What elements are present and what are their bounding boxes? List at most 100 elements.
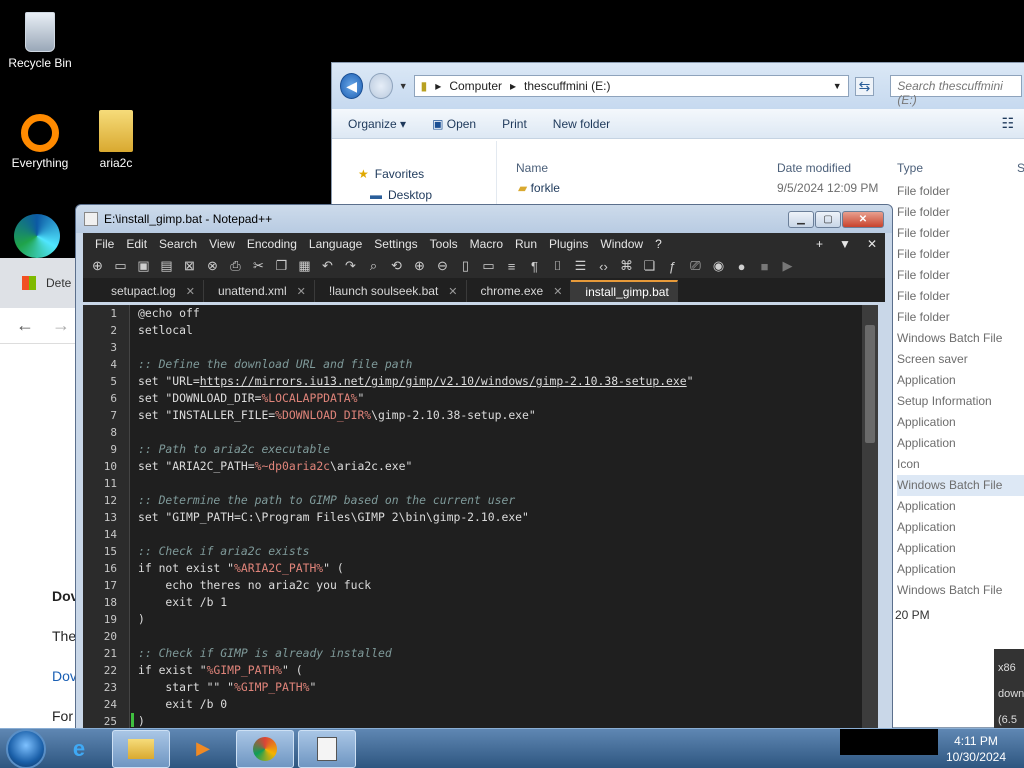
tab-close-icon[interactable]: ✕ [186,285,195,298]
type-cell[interactable]: Icon [897,454,1024,475]
code-line[interactable] [138,475,878,492]
scrollbar-thumb[interactable] [865,325,875,443]
type-cell[interactable]: Screen saver [897,349,1024,370]
code-line[interactable]: :: Check if GIMP is already installed [138,645,878,662]
menu-file[interactable]: File [95,237,114,251]
window-titlebar[interactable]: E:\install_gimp.bat - Notepad++ ▁ ▢ ✕ [76,205,892,233]
code-editor[interactable]: 1 2 3 4 5 6 7 8 9 10 11 12 13 14 15 16 17 18 19 20 21 22 23 24 2… [83,305,878,728]
address-dropdown-icon[interactable]: ▼ [833,81,842,91]
new-file-icon[interactable]: ⊕ [89,258,106,274]
map-icon[interactable]: ⌘ [618,258,635,274]
type-cell[interactable]: Windows Batch File [897,475,1024,496]
code-line[interactable]: set "ARIA2C_PATH=%~dp0aria2c\aria2c.exe" [138,458,878,475]
sync-horizontal-icon[interactable]: ▭ [480,258,497,274]
organize-button[interactable]: Organize ▾ [348,117,406,131]
address-bar[interactable]: ▮ ▸ Computer ▸ thescuffmini (E:) ▼ [413,75,849,97]
type-cell[interactable]: File folder [897,223,1024,244]
doc-map-icon[interactable]: ☰ [572,258,589,274]
close-tab-button[interactable]: ✕ [867,237,877,251]
code-line[interactable] [138,526,878,543]
code-line[interactable]: set "GIMP_PATH=C:\Program Files\GIMP 2\b… [138,509,878,526]
refresh-icon[interactable]: ⇆ [854,76,875,96]
save-icon[interactable]: ▣ [135,258,152,274]
menu-edit[interactable]: Edit [126,237,147,251]
play-macro-icon[interactable]: ▶ [779,258,796,274]
tab-close-icon[interactable]: ✕ [297,285,306,298]
code-line[interactable] [138,339,878,356]
open-file-icon[interactable]: ▭ [112,258,129,274]
stop-macro-icon[interactable]: ■ [756,259,773,274]
menu-macro[interactable]: Macro [470,237,503,251]
code-line[interactable]: setlocal [138,322,878,339]
type-cell[interactable]: Windows Batch File [897,328,1024,349]
type-cell[interactable]: File folder [897,202,1024,223]
taskbar-explorer[interactable] [112,729,170,768]
code-line[interactable]: :: Path to aria2c executable [138,441,878,458]
menu-run[interactable]: Run [515,237,537,251]
vertical-scrollbar[interactable] [862,305,878,728]
folder-workspace-icon[interactable]: ❏ [641,258,658,274]
code-line[interactable]: :: Determine the path to GIMP based on t… [138,492,878,509]
menu-help[interactable]: ? [655,237,662,251]
desktop-icon-aria2c[interactable]: aria2c [78,110,154,170]
code-line[interactable]: start "" "%GIMP_PATH%" [138,679,878,696]
taskbar-ie[interactable]: e [50,730,108,768]
code-line[interactable]: exit /b 1 [138,594,878,611]
undo-icon[interactable]: ↶ [319,258,336,274]
print-icon[interactable]: ⎙ [227,258,244,274]
menu-settings[interactable]: Settings [374,237,417,251]
indent-guide-icon[interactable]: ⌷ [549,258,566,274]
tab-close-icon[interactable]: ✕ [448,285,457,298]
code-line[interactable]: @echo off [138,305,878,322]
code-line[interactable]: :: Check if aria2c exists [138,543,878,560]
tab-list-button[interactable]: ▼ [839,237,851,251]
forward-arrow-icon[interactable]: → [52,315,70,336]
breadcrumb-drive[interactable]: thescuffmini (E:) [524,79,610,93]
code-line[interactable]: set "INSTALLER_FILE=%DOWNLOAD_DIR%\gimp-… [138,407,878,424]
zoom-out-icon[interactable]: ⊖ [434,258,451,274]
tab-setupact-log[interactable]: setupact.log ✕ [97,280,204,302]
close-file-icon[interactable]: ⊠ [181,258,198,274]
code-line[interactable]: set "DOWNLOAD_DIR=%LOCALAPPDATA%" [138,390,878,407]
type-cell[interactable]: File folder [897,244,1024,265]
cut-icon[interactable]: ✂ [250,258,267,274]
file-row[interactable]: ▰ forkle [518,181,560,195]
taskbar-notepadpp[interactable] [298,729,356,768]
save-all-icon[interactable]: ▤ [158,258,175,274]
nav-item-desktop[interactable]: ▬ Desktop [358,184,496,205]
code-line[interactable] [138,628,878,645]
desktop-icon-recycle-bin[interactable]: Recycle Bin [2,8,78,70]
code-line[interactable] [138,424,878,441]
type-cell[interactable]: File folder [897,286,1024,307]
menu-search[interactable]: Search [159,237,197,251]
tab-install-gimp[interactable]: install_gimp.bat [571,280,678,302]
column-header-name[interactable]: Name [516,161,548,175]
code-line[interactable]: if exist "%GIMP_PATH%" ( [138,662,878,679]
type-cell[interactable]: File folder [897,307,1024,328]
code-line[interactable]: if not exist "%ARIA2C_PATH%" ( [138,560,878,577]
edge-icon[interactable] [14,214,60,258]
chrome-link-fragment[interactable]: Dov [52,668,77,684]
menu-window[interactable]: Window [600,237,643,251]
code-content[interactable]: @echo off setlocal:: Define the download … [130,305,878,728]
word-wrap-icon[interactable]: ≡ [503,259,520,274]
type-cell[interactable]: Application [897,370,1024,391]
print-button[interactable]: Print [502,117,527,131]
code-line[interactable]: ) [138,611,878,628]
taskbar-media-player[interactable]: ▶ [174,730,232,768]
replace-icon[interactable]: ⟲ [388,258,405,274]
nav-item-favorites[interactable]: ★ Favorites [358,163,496,184]
type-cell[interactable]: Application [897,559,1024,580]
redo-icon[interactable]: ↷ [342,258,359,274]
breadcrumb-computer[interactable]: Computer [449,79,502,93]
type-cell[interactable]: Setup Information [897,391,1024,412]
new-tab-button[interactable]: + [816,237,823,251]
column-header-type[interactable]: Type [897,161,923,175]
open-button[interactable]: ▣ Open [432,117,476,131]
tab-close-icon[interactable]: ✕ [553,285,562,298]
column-header-size[interactable]: Si [1017,161,1024,175]
back-arrow-icon[interactable]: ← [16,315,34,336]
monitor-icon[interactable]: ⎚ [687,258,704,274]
type-cell[interactable]: File folder [897,181,1024,202]
menu-tools[interactable]: Tools [430,237,458,251]
